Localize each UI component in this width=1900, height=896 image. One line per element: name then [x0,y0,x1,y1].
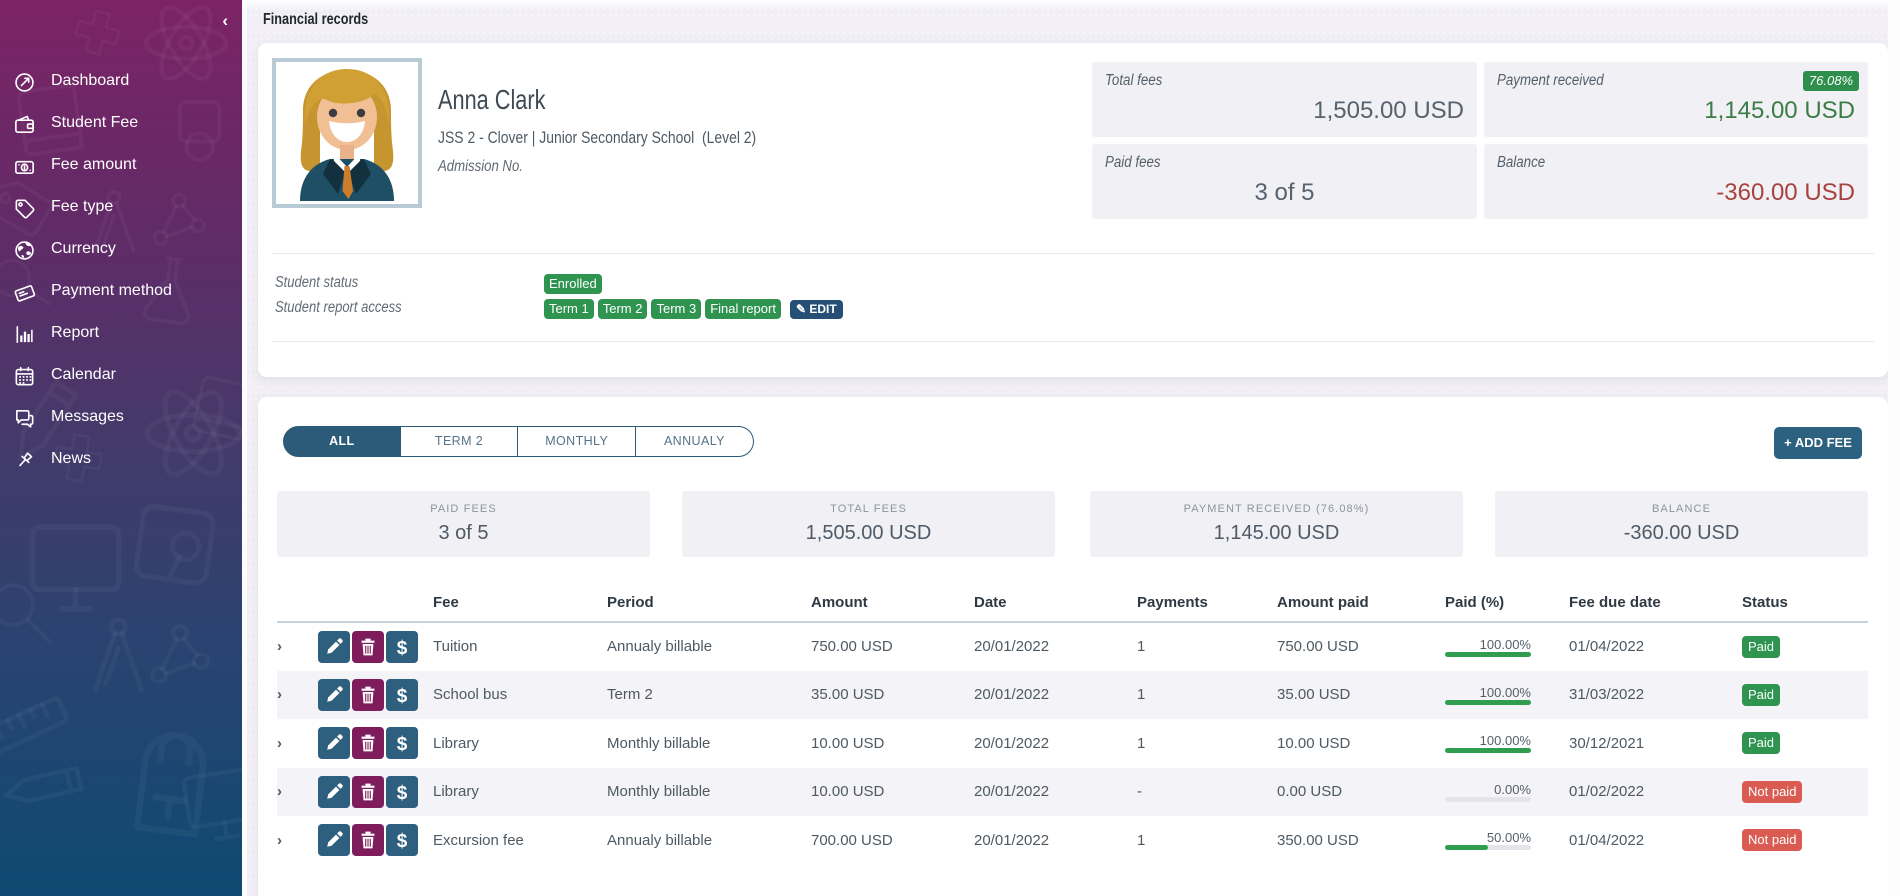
svg-text:$: $ [397,638,408,659]
svg-text:$: $ [397,783,408,804]
svg-text:$: $ [397,831,408,852]
svg-text:$: $ [397,734,408,755]
svg-text:$: $ [397,686,408,707]
